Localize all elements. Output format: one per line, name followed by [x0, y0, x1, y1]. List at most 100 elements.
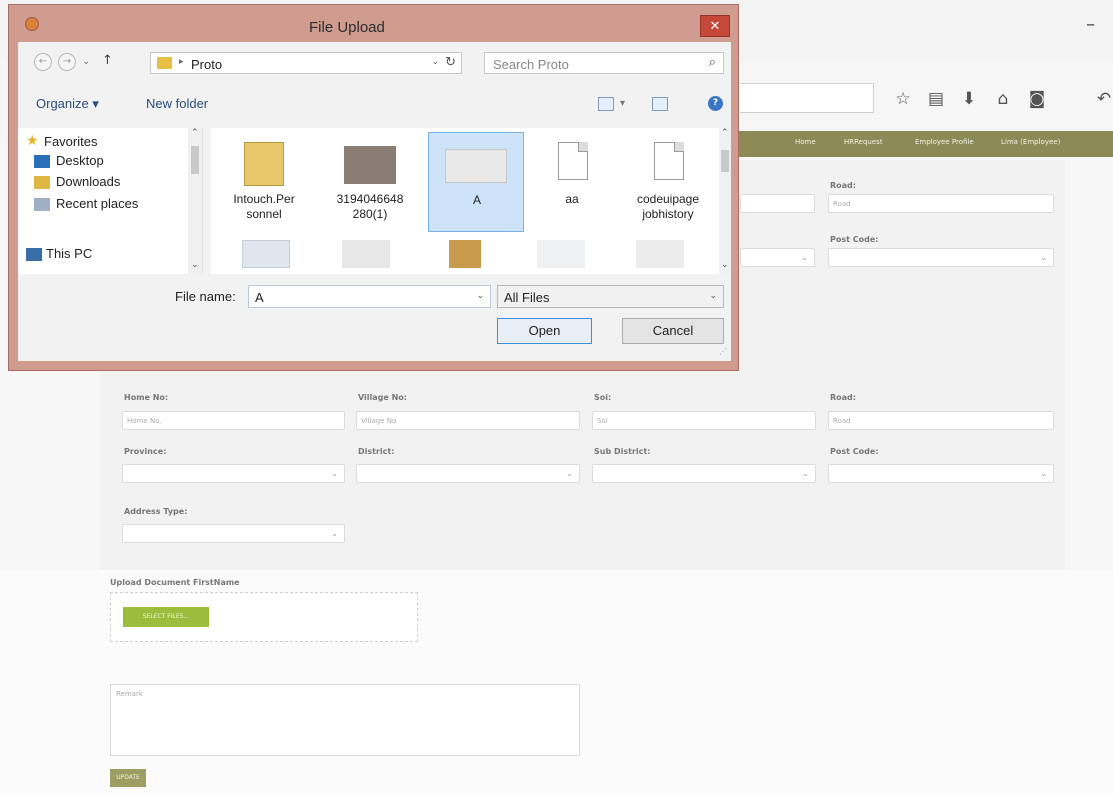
road-label: Road: — [830, 393, 856, 402]
post-code-select[interactable]: ⌄ — [828, 464, 1054, 483]
file-item[interactable]: Intouch.Per sonnel — [216, 132, 312, 232]
nav-user-menu[interactable]: Lima (Employee) — [1001, 138, 1060, 146]
file-thumbnail-partial[interactable] — [342, 240, 390, 268]
nav-desktop[interactable]: Desktop — [56, 153, 104, 168]
change-view-icon[interactable] — [598, 97, 614, 111]
sub-district-select[interactable]: ⌄ — [592, 464, 816, 483]
view-options-dropdown-icon[interactable]: ▾ — [620, 98, 625, 109]
nav-scrollbar[interactable]: ⌃ ⌄ — [188, 128, 202, 274]
scroll-down-icon[interactable]: ⌄ — [721, 260, 729, 270]
scroll-up-icon[interactable]: ⌃ — [191, 128, 199, 138]
minimize-button[interactable]: – — [1086, 14, 1095, 35]
dialog-command-bar: Organize ▾ New folder ▾ ? — [18, 87, 731, 123]
soi-label: Soi: — [594, 393, 612, 402]
home-no-label: Home No: — [124, 393, 169, 402]
more-tools-icon[interactable]: ↶ — [1093, 88, 1113, 110]
home-icon[interactable]: ⌂ — [992, 88, 1014, 110]
document-icon — [654, 142, 684, 180]
nav-downloads[interactable]: Downloads — [56, 174, 120, 189]
file-list-scrollbar-thumb[interactable] — [721, 150, 729, 172]
chevron-down-icon[interactable]: ⌄ — [709, 291, 717, 301]
scroll-up-icon[interactable]: ⌃ — [721, 128, 729, 138]
photo-thumbnail — [344, 146, 396, 184]
nav-home[interactable]: Home — [795, 138, 816, 146]
cancel-button[interactable]: Cancel — [622, 318, 724, 344]
refresh-icon[interactable]: ↻ — [445, 55, 456, 70]
preview-pane-icon[interactable] — [652, 97, 668, 111]
up-button[interactable]: ↑ — [102, 53, 113, 68]
back-button[interactable]: ← — [34, 53, 52, 71]
file-thumbnail-partial[interactable] — [537, 240, 585, 268]
file-name-input[interactable]: A ⌄ — [248, 285, 491, 308]
search-input[interactable]: Search Proto ⌕ — [484, 52, 724, 74]
file-item-selected[interactable]: A — [428, 132, 524, 232]
file-type-value: All Files — [504, 290, 550, 305]
folder-icon — [244, 142, 284, 186]
forward-button[interactable]: → — [58, 53, 76, 71]
dialog-title: File Upload — [309, 19, 385, 36]
upper-input-partial[interactable] — [740, 194, 815, 213]
district-select[interactable]: ⌄ — [356, 464, 580, 483]
file-item[interactable]: codeuipage jobhistory — [620, 132, 716, 232]
chevron-down-icon[interactable]: ⌄ — [476, 291, 484, 301]
path-text[interactable]: Proto — [191, 57, 222, 72]
update-button[interactable]: UPDATE — [110, 769, 146, 787]
village-no-label: Village No: — [358, 393, 408, 402]
district-label: District: — [358, 447, 395, 456]
recent-dropdown-icon[interactable]: ⌄ — [82, 56, 90, 67]
nav-recent-places[interactable]: Recent places — [56, 196, 138, 211]
file-name: A — [472, 193, 481, 207]
home-no-input[interactable]: Home No. — [122, 411, 345, 430]
village-no-input[interactable]: Village No — [356, 411, 580, 430]
image-thumbnail — [445, 149, 507, 183]
help-icon[interactable]: ? — [708, 96, 723, 111]
post-code-select[interactable]: ⌄ — [828, 248, 1054, 267]
select-files-button[interactable]: SELECT FILES... — [123, 607, 209, 627]
path-bar[interactable]: ▸ Proto ⌄ ↻ — [150, 52, 462, 74]
road-label: Road: — [830, 181, 856, 190]
document-icon — [558, 142, 588, 180]
file-item[interactable]: 3194046648 280(1) — [322, 132, 418, 232]
province-select[interactable]: ⌄ — [122, 464, 345, 483]
open-button[interactable]: Open — [497, 318, 592, 344]
file-list-scrollbar[interactable]: ⌃ ⌄ — [719, 128, 731, 274]
new-folder-button[interactable]: New folder — [146, 96, 208, 111]
file-thumbnail-partial[interactable] — [242, 240, 290, 268]
address-type-select[interactable]: ⌄ — [122, 524, 345, 543]
download-icon[interactable]: ⬇ — [958, 88, 980, 110]
reading-list-icon[interactable]: ▤ — [925, 88, 947, 110]
file-drop-zone[interactable]: SELECT FILES... — [110, 592, 418, 642]
remark-textarea[interactable]: Remark — [110, 684, 580, 756]
soi-input[interactable]: Soi — [592, 411, 816, 430]
search-icon[interactable]: ⌕ — [709, 55, 716, 70]
bookmark-star-icon[interactable]: ☆ — [892, 88, 914, 110]
site-nav-bar: Home HRRequest Employee Profile Lima (Em… — [737, 131, 1113, 157]
nav-favorites[interactable]: Favorites — [44, 134, 97, 149]
organize-button[interactable]: Organize ▾ — [36, 96, 99, 112]
recent-places-icon — [34, 198, 50, 211]
address-bar[interactable] — [740, 83, 874, 113]
dialog-body: ← → ⌄ ↑ ▸ Proto ⌄ ↻ Search Proto ⌕ Organ… — [18, 42, 731, 361]
close-button[interactable]: ✕ — [700, 15, 730, 37]
file-thumbnail-partial[interactable] — [449, 240, 481, 268]
upper-select-partial[interactable]: ⌄ — [740, 248, 815, 267]
scroll-down-icon[interactable]: ⌄ — [191, 260, 199, 270]
file-type-select[interactable]: All Files ⌄ — [497, 285, 724, 308]
star-icon: ★ — [26, 133, 39, 149]
file-thumbnail-partial[interactable] — [636, 240, 684, 268]
road-input[interactable]: Road — [828, 194, 1054, 213]
nav-scrollbar-thumb[interactable] — [191, 146, 199, 174]
nav-hrrequest[interactable]: HRRequest — [844, 138, 883, 146]
road-input[interactable]: Road — [828, 411, 1054, 430]
nav-this-pc[interactable]: This PC — [46, 246, 92, 259]
path-dropdown-icon[interactable]: ⌄ — [431, 57, 439, 67]
resize-grip-icon[interactable]: ⋰ — [719, 347, 727, 356]
pocket-icon[interactable]: ◙ — [1026, 88, 1048, 110]
post-code-label: Post Code: — [830, 447, 879, 456]
file-item[interactable]: aa — [524, 132, 620, 232]
this-pc-icon — [26, 248, 42, 261]
file-name-value: A — [255, 290, 264, 305]
file-name: Intouch.Per sonnel — [233, 192, 295, 221]
post-code-label: Post Code: — [830, 235, 879, 244]
nav-employee-profile[interactable]: Employee Profile — [915, 138, 974, 146]
